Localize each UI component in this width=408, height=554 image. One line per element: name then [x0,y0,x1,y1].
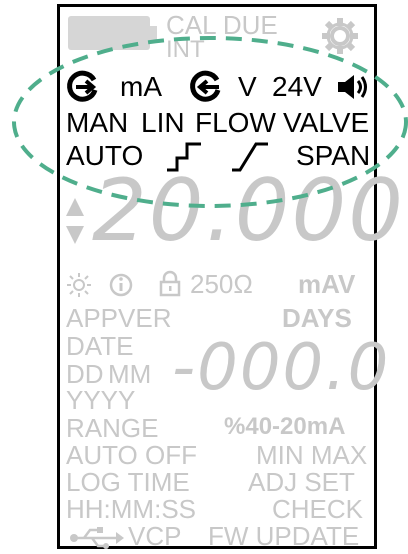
info-icon [109,273,133,297]
vcp-label: VCP [128,521,182,551]
yyyy-label: YYYY [66,385,136,415]
range-value-label: %40-20mA [224,413,346,440]
hhmmss-label: HH:MM:SS [66,494,196,524]
usb-icon [70,527,124,549]
flow-mode-label: FLOW [195,107,276,138]
gear-icon[interactable] [320,16,360,56]
lock-icon [159,270,181,297]
check-label: CHECK [272,494,364,524]
range-label: RANGE [66,413,159,443]
adj-set-label: ADJ SET [248,467,355,497]
days-label: DAYS [282,303,352,333]
main-value-display: 20.000 [92,161,405,261]
up-down-arrows-icon[interactable] [64,196,86,246]
appver-label: APPVER [66,303,172,333]
min-max-label: MIN MAX [256,440,368,470]
lin-mode-label: LIN [141,107,185,138]
battery-icon [68,16,150,50]
loop-source-icon [67,70,98,102]
man-mode-label: MAN [66,107,129,138]
units-mav-label: mAV [298,269,356,299]
v-unit-label: V [238,71,257,102]
mm-label: MM [108,359,152,389]
int-label: INT [166,36,205,63]
speaker-icon [338,75,367,99]
fw-update-label: FW UPDATE [208,521,360,551]
date-label: DATE [66,331,134,361]
dd-label: DD [66,359,104,389]
resistor-label: 250Ω [190,269,253,299]
auto-off-label: AUTO OFF [66,440,197,470]
secondary-value-display: -000.0 [172,331,391,405]
ma-unit-label: mA [120,71,162,102]
log-time-label: LOG TIME [66,467,190,497]
24v-supply-label: 24V [272,71,322,102]
battery-terminal [150,26,157,40]
loop-sink-icon [190,70,221,102]
valve-mode-label: VALVE [283,107,370,138]
sun-icon [67,273,91,297]
cal-due-label: CAL DUE [166,10,278,40]
